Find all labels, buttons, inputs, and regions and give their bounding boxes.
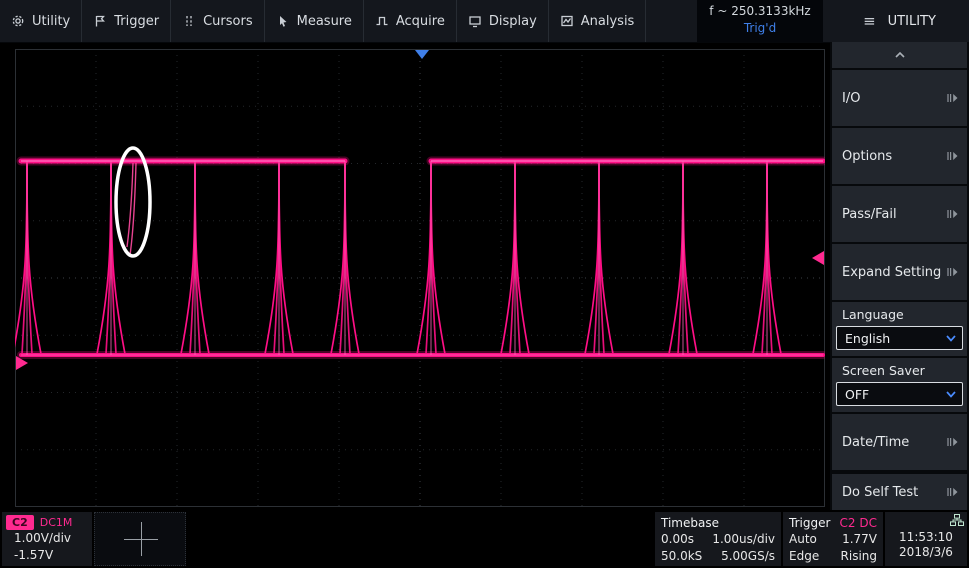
clock-date: 2018/3/6 [885, 545, 967, 559]
bottom-status-bar: C2 DC1M 1.00V/div -1.57V Timebase 0.00s … [0, 510, 969, 568]
chevron-up-icon [894, 51, 906, 59]
top-menu-bar: Utility Trigger Cursors Measure Acquire [0, 0, 969, 43]
utility-panel-header: ≡ UTILITY [830, 0, 969, 42]
crosshair-icon [141, 522, 142, 556]
menu-label: Acquire [396, 14, 445, 29]
menu-label: Measure [297, 14, 352, 29]
timebase-box[interactable]: Timebase 0.00s 1.00us/div 50.0kS 5.00GS/… [655, 512, 781, 566]
language-section: Language English [832, 302, 967, 356]
expand-arrow-icon [947, 437, 959, 447]
chevron-down-icon [946, 391, 956, 398]
expand-arrow-icon [947, 267, 959, 277]
menu-label: Analysis [581, 14, 635, 29]
menu-utility[interactable]: Utility [0, 0, 82, 42]
reference-box[interactable] [94, 512, 186, 566]
panel-item-expand-setting[interactable]: Expand Setting [832, 244, 967, 300]
timebase-points: 50.0kS [661, 548, 702, 565]
panel-item-pass-fail[interactable]: Pass/Fail [832, 186, 967, 242]
measure-icon [276, 14, 290, 28]
network-icon [950, 514, 964, 526]
channel-coupling: DC1M [40, 516, 73, 529]
trigger-box[interactable]: Trigger C2 DC Auto 1.77V Edge Rising [783, 512, 883, 566]
channel-badge: C2 [6, 515, 34, 530]
gear-icon [11, 14, 25, 28]
channel-info-box[interactable]: C2 DC1M 1.00V/div -1.57V [2, 512, 92, 566]
clock-box: 11:53:10 2018/3/6 [885, 512, 967, 566]
menu-label: Utility [32, 14, 70, 29]
screen-saver-label: Screen Saver [836, 361, 963, 382]
menu-display[interactable]: Display [457, 0, 549, 42]
language-value: English [845, 331, 890, 346]
trigger-type: Edge [789, 548, 819, 565]
panel-item-label: Date/Time [842, 435, 909, 450]
frequency-value: f ~ 250.3133kHz [697, 4, 823, 18]
oscilloscope-screen: Utility Trigger Cursors Measure Acquire [0, 0, 969, 568]
trigger-source: C2 DC [840, 515, 877, 531]
trigger-level: 1.77V [842, 531, 877, 548]
panel-item-label: Expand Setting [842, 265, 941, 280]
timebase-rate: 5.00GS/s [721, 548, 775, 565]
screen-saver-dropdown[interactable]: OFF [836, 382, 963, 406]
grid-layer [15, 49, 825, 507]
chevron-down-icon [946, 335, 956, 342]
panel-item-do-self-test[interactable]: Do Self Test [832, 474, 967, 510]
language-label: Language [836, 305, 963, 326]
expand-arrow-icon [947, 487, 959, 497]
panel-item-options[interactable]: Options [832, 128, 967, 184]
channel-offset: -1.57V [2, 547, 92, 564]
display-icon [468, 14, 482, 28]
waveform-svg [15, 49, 825, 507]
menu-icon[interactable]: ≡ [863, 12, 876, 30]
expand-arrow-icon [947, 93, 959, 103]
channel-scale: 1.00V/div [2, 530, 92, 547]
panel-item-label: I/O [842, 91, 860, 106]
panel-item-io[interactable]: I/O [832, 70, 967, 126]
panel-item-date-time[interactable]: Date/Time [832, 414, 967, 470]
expand-arrow-icon [947, 209, 959, 219]
screen-saver-value: OFF [845, 387, 869, 402]
expand-arrow-icon [947, 151, 959, 161]
trigger-slope: Rising [841, 548, 877, 565]
trace-layer [15, 161, 823, 355]
cursors-icon [182, 14, 196, 28]
trigger-mode: Auto [789, 531, 817, 548]
panel-scroll-up[interactable] [832, 42, 967, 68]
trigger-position-marker[interactable] [415, 50, 429, 59]
timebase-scale: 1.00us/div [712, 531, 775, 548]
trigger-status: Trig'd [697, 21, 823, 35]
panel-item-label: Options [842, 149, 892, 164]
menu-label: Display [489, 14, 537, 29]
analysis-icon [560, 14, 574, 28]
clock-time: 11:53:10 [885, 530, 967, 545]
menu-trigger[interactable]: Trigger [82, 0, 171, 42]
acquire-icon [375, 14, 389, 28]
screen-saver-section: Screen Saver OFF [832, 358, 967, 412]
waveform-display[interactable] [15, 49, 825, 507]
panel-item-label: Do Self Test [842, 485, 918, 500]
menu-measure[interactable]: Measure [265, 0, 364, 42]
flag-icon [93, 14, 107, 28]
timebase-delay: 0.00s [661, 531, 694, 548]
language-dropdown[interactable]: English [836, 326, 963, 350]
trigger-title: Trigger [789, 515, 830, 531]
panel-item-label: Pass/Fail [842, 207, 897, 222]
frequency-readout: f ~ 250.3133kHz Trig'd [697, 0, 823, 42]
menu-analysis[interactable]: Analysis [549, 0, 647, 42]
menu-label: Cursors [203, 14, 253, 29]
menu-acquire[interactable]: Acquire [364, 0, 457, 42]
menu-cursors[interactable]: Cursors [171, 0, 265, 42]
panel-title: UTILITY [888, 14, 936, 29]
timebase-title: Timebase [661, 515, 775, 531]
menu-label: Trigger [114, 14, 159, 29]
trigger-level-marker[interactable] [812, 251, 824, 265]
